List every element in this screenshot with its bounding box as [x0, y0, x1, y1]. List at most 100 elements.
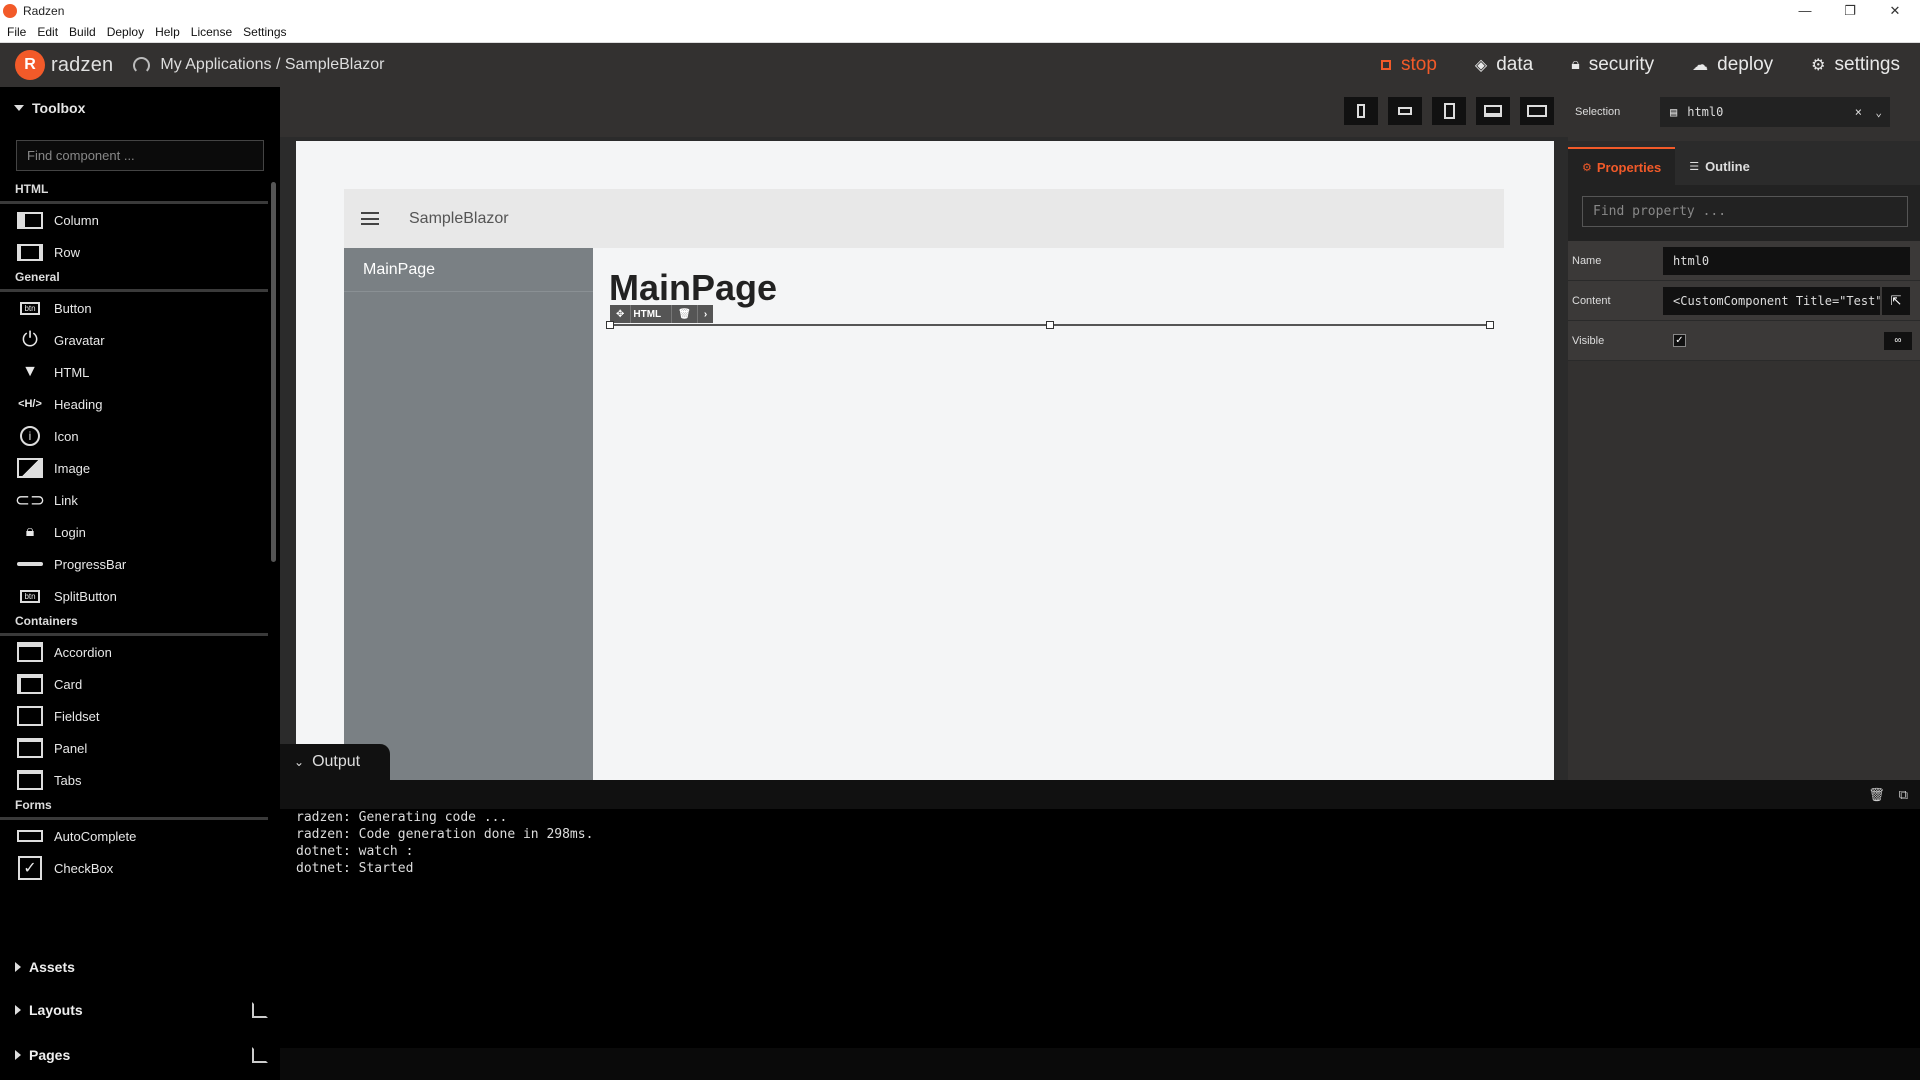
- tool-image[interactable]: Image: [0, 452, 268, 484]
- tool-label: Icon: [54, 428, 79, 444]
- menu-edit[interactable]: Edit: [37, 25, 58, 39]
- menu-help[interactable]: Help: [155, 25, 180, 39]
- output-tab[interactable]: ⌄ Output: [280, 744, 390, 780]
- toolbox-header[interactable]: Toolbox: [0, 87, 280, 129]
- find-property-input[interactable]: Find property ...: [1582, 196, 1908, 227]
- radzen-logo-icon: R: [15, 50, 45, 80]
- name-input[interactable]: html0: [1663, 246, 1910, 275]
- copy-output-icon[interactable]: ⧉: [1899, 787, 1908, 803]
- delete-icon[interactable]: 🗑︎: [672, 305, 698, 323]
- tool-column[interactable]: Column: [0, 204, 268, 236]
- settings-label: settings: [1834, 54, 1900, 75]
- tool-accordion[interactable]: Accordion: [0, 636, 268, 668]
- find-component-input[interactable]: Find component ...: [16, 140, 264, 171]
- tool-checkbox[interactable]: ✓ CheckBox: [0, 852, 268, 884]
- output-console[interactable]: radzen: Generating code ... radzen: Code…: [280, 809, 1920, 1080]
- device-phone-landscape-button[interactable]: [1388, 97, 1422, 125]
- security-button[interactable]: 🔒︎ security: [1571, 54, 1654, 76]
- open-editor-icon[interactable]: ⇱: [1882, 286, 1910, 315]
- add-layout-icon[interactable]: [252, 1002, 268, 1018]
- row-icon: [16, 241, 44, 263]
- menu-build[interactable]: Build: [69, 25, 96, 39]
- tool-gravatar[interactable]: ⏻ Gravatar: [0, 324, 268, 356]
- design-canvas[interactable]: SampleBlazor MainPage MainPage ✥ HTML 🗑︎…: [296, 141, 1554, 781]
- tool-label: Tabs: [54, 772, 82, 788]
- data-label: data: [1496, 54, 1534, 75]
- breadcrumb[interactable]: My Applications / SampleBlazor: [133, 56, 384, 74]
- tab-label: Properties: [1596, 159, 1662, 175]
- chevron-down-icon[interactable]: ⌄: [1875, 106, 1882, 119]
- tool-autocomplete[interactable]: AutoComplete: [0, 820, 268, 852]
- resize-handle-left[interactable]: [606, 321, 614, 329]
- minimize-button[interactable]: —: [1783, 0, 1827, 21]
- tab-outline[interactable]: ☰ Outline: [1675, 147, 1764, 185]
- chevron-right-icon[interactable]: ›: [698, 305, 713, 323]
- gear-icon: ⚙: [1582, 161, 1592, 174]
- clear-selection-icon[interactable]: ×: [1855, 105, 1862, 119]
- visible-checkbox[interactable]: ✓: [1673, 334, 1686, 347]
- caret-right-icon: [15, 1005, 21, 1015]
- window-titlebar: Radzen — ❐ ✕: [0, 0, 1920, 21]
- preview-page-heading[interactable]: MainPage: [609, 267, 777, 309]
- tool-button[interactable]: btn Button: [0, 292, 268, 324]
- device-tablet-button[interactable]: [1432, 97, 1466, 125]
- device-phone-button[interactable]: [1344, 97, 1378, 125]
- resize-handle-right[interactable]: [1486, 321, 1494, 329]
- property-label: Content: [1572, 294, 1611, 307]
- tool-tabs[interactable]: Tabs: [0, 764, 268, 796]
- preview-nav-mainpage[interactable]: MainPage: [344, 248, 593, 292]
- tool-label: Link: [54, 492, 78, 508]
- pages-section[interactable]: Pages: [0, 1033, 280, 1077]
- category-general: General: [0, 268, 268, 292]
- stop-label: stop: [1400, 54, 1437, 75]
- preview-header[interactable]: SampleBlazor: [344, 189, 1504, 248]
- progressbar-icon: [16, 553, 44, 575]
- tool-heading[interactable]: <H/> Heading: [0, 388, 268, 420]
- panel-icon: [16, 737, 44, 759]
- restore-button[interactable]: ❐: [1828, 0, 1872, 21]
- preview-sidebar[interactable]: MainPage: [344, 248, 593, 781]
- data-button[interactable]: ◈ data: [1475, 54, 1533, 76]
- tool-html[interactable]: ▼ HTML: [0, 356, 268, 388]
- properties-panel: Selection ▤ html0 × ⌄ ⚙ Properties ☰ Outli…: [1568, 87, 1920, 780]
- binding-icon[interactable]: ∞: [1884, 331, 1912, 350]
- selection-dropdown[interactable]: ▤ html0 × ⌄: [1660, 97, 1890, 127]
- menu-license[interactable]: License: [191, 25, 232, 39]
- tool-card[interactable]: Card: [0, 668, 268, 700]
- deploy-button[interactable]: ☁ deploy: [1692, 54, 1773, 76]
- tabs-icon: [16, 769, 44, 791]
- tool-fieldset[interactable]: Fieldset: [0, 700, 268, 732]
- assets-section[interactable]: Assets: [0, 945, 280, 989]
- output-toolbar: 🗑︎ ⧉: [280, 780, 1920, 809]
- stop-button[interactable]: stop: [1380, 54, 1437, 76]
- content-input[interactable]: <CustomComponent Title="Test": [1663, 286, 1880, 315]
- resize-handle-center[interactable]: [1046, 321, 1054, 329]
- device-tablet-landscape-button[interactable]: [1476, 97, 1510, 125]
- layouts-section[interactable]: Layouts: [0, 988, 280, 1032]
- tab-properties[interactable]: ⚙ Properties: [1568, 147, 1676, 185]
- tool-link[interactable]: ⊂⊃ Link: [0, 484, 268, 516]
- tool-icon[interactable]: i Icon: [0, 420, 268, 452]
- link-icon: ⊂⊃: [14, 489, 46, 510]
- tool-row[interactable]: Row: [0, 236, 268, 268]
- toolbox-scrollbar[interactable]: [271, 182, 276, 562]
- hamburger-menu-icon[interactable]: [361, 212, 379, 225]
- clear-output-icon[interactable]: 🗑︎: [1868, 787, 1885, 803]
- close-window-button[interactable]: ✕: [1873, 0, 1917, 21]
- caret-right-icon: [15, 962, 21, 972]
- tool-login[interactable]: 🔒︎ Login: [0, 516, 268, 548]
- tool-label: CheckBox: [54, 860, 114, 876]
- settings-button[interactable]: ⚙ settings: [1811, 54, 1900, 76]
- radzen-logo[interactable]: R radzen: [15, 50, 113, 80]
- chevron-down-icon: ⌄: [294, 755, 305, 769]
- device-desktop-button[interactable]: [1520, 97, 1554, 125]
- menu-deploy[interactable]: Deploy: [107, 25, 144, 39]
- tool-panel[interactable]: Panel: [0, 732, 268, 764]
- add-page-icon[interactable]: [252, 1047, 268, 1063]
- tool-splitbutton[interactable]: btn SplitButton: [0, 580, 268, 612]
- tool-progressbar[interactable]: ProgressBar: [0, 548, 268, 580]
- selection-value: html0: [1687, 105, 1724, 119]
- lock-icon: 🔒︎: [25, 523, 35, 540]
- menu-settings[interactable]: Settings: [243, 25, 286, 39]
- menu-file[interactable]: File: [7, 25, 26, 39]
